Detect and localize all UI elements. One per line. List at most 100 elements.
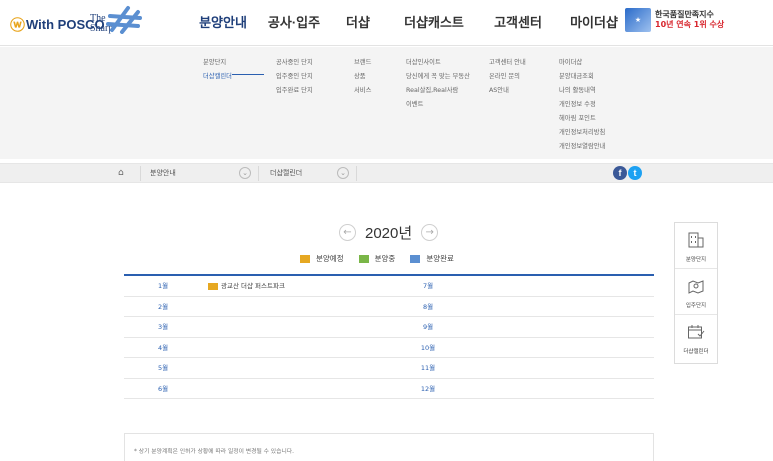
month-events bbox=[202, 358, 389, 378]
chevron-down-icon[interactable]: ⌄ bbox=[337, 167, 349, 179]
calendar-icon bbox=[688, 325, 705, 339]
month-events bbox=[467, 317, 654, 337]
sharp-mark-icon bbox=[106, 6, 142, 34]
legend-completed: 분양완료 bbox=[410, 253, 454, 264]
site-header: ⓦ With POSCO The Sharp 분양안내 공사·입주 더샵 더샵캐… bbox=[0, 0, 773, 46]
quick-sales-complex[interactable]: 분양단지 bbox=[675, 223, 717, 269]
award-title: 한국품질만족지수 bbox=[655, 10, 714, 19]
month-label: 12월 bbox=[420, 384, 436, 393]
submenu-insight[interactable]: 더샵인사이트 bbox=[406, 56, 470, 70]
home-icon[interactable]: ⌂ bbox=[118, 168, 124, 178]
legend-swatch bbox=[410, 254, 421, 263]
year-navigator: ← 2020년 → bbox=[339, 222, 439, 243]
month-events bbox=[467, 297, 654, 317]
month-events bbox=[467, 358, 654, 378]
submenu-privacy-access[interactable]: 개인정보열람안내 bbox=[559, 140, 605, 154]
submenu-moving-in[interactable]: 입주중인 단지 bbox=[276, 70, 313, 84]
mega-menu: 분양단지 더샵캘린더 공사중인 단지 입주중인 단지 입주완료 단지 브랜드 상… bbox=[0, 47, 773, 159]
submenu-real-home[interactable]: Real살집,Real사람 bbox=[406, 84, 470, 98]
month-events bbox=[202, 379, 389, 399]
gnb-sales-info[interactable]: 분양안내 bbox=[190, 0, 256, 46]
submenu-points[interactable]: 헤아림 포인트 bbox=[559, 112, 605, 126]
submenu-product[interactable]: 상품 bbox=[354, 70, 371, 84]
submenu-edit-profile[interactable]: 개인정보 수정 bbox=[559, 98, 605, 112]
quick-menu: 분양단지 입주단지 더샵캘린더 bbox=[674, 222, 718, 364]
month-events bbox=[467, 338, 654, 358]
chevron-down-icon[interactable]: ⌄ bbox=[239, 167, 251, 179]
month-events bbox=[202, 338, 389, 358]
table-row: 4월 10월 bbox=[124, 338, 654, 358]
event-title: 광교산 더샵 퍼스트파크 bbox=[221, 282, 285, 290]
mega-col-construction: 공사중인 단지 입주중인 단지 입주완료 단지 bbox=[276, 56, 313, 98]
month-label: 2월 bbox=[157, 302, 169, 311]
gnb-customer-center[interactable]: 고객센터 bbox=[484, 0, 552, 46]
submenu-service[interactable]: 서비스 bbox=[354, 84, 371, 98]
map-icon bbox=[688, 280, 704, 294]
flag-icon bbox=[208, 282, 218, 290]
award-banner[interactable]: ★ 한국품질만족지수 10년 연속 1위 수상 bbox=[625, 8, 724, 32]
submenu-payment-inquiry[interactable]: 분양대금조회 bbox=[559, 70, 605, 84]
breadcrumb-divider bbox=[356, 166, 357, 181]
ksqi-badge-icon: ★ bbox=[625, 8, 651, 32]
twitter-icon[interactable]: t bbox=[628, 166, 642, 180]
submenu-event[interactable]: 이벤트 bbox=[406, 98, 470, 112]
submenu-under-construction[interactable]: 공사중인 단지 bbox=[276, 56, 313, 70]
legend-swatch bbox=[300, 254, 310, 263]
award-subtitle: 10년 연속 1위 수상 bbox=[655, 20, 725, 29]
sales-calendar-table: 1월 광교산 더샵 퍼스트파크 7월 2월 8월 3월 9월 4월 10월 5월… bbox=[124, 274, 654, 399]
global-nav: 분양안내 공사·입주 더샵 더샵캐스트 고객센터 마이더샵 bbox=[190, 0, 636, 46]
month-label: 11월 bbox=[420, 364, 436, 372]
breadcrumb-level2[interactable]: 더샵캘린더 bbox=[270, 168, 302, 178]
gnb-construction[interactable]: 공사·입주 bbox=[256, 0, 332, 46]
table-row: 6월 12월 bbox=[124, 379, 654, 399]
submenu-online-inquiry[interactable]: 온라인 문의 bbox=[489, 70, 526, 84]
submenu-privacy-policy[interactable]: 개인정보처리방침 bbox=[559, 126, 605, 140]
current-year: 2020년 bbox=[365, 225, 413, 242]
month-label: 8월 bbox=[422, 302, 434, 311]
month-label: 5월 bbox=[157, 364, 169, 372]
quick-move-in-complex[interactable]: 입주단지 bbox=[675, 269, 717, 315]
month-label: 10월 bbox=[420, 343, 436, 352]
table-row: 5월 11월 bbox=[124, 358, 654, 379]
gnb-mysharp[interactable]: 마이더샵 bbox=[552, 0, 636, 46]
gnb-thesharp[interactable]: 더샵 bbox=[332, 0, 384, 46]
table-row: 2월 8월 bbox=[124, 297, 654, 317]
status-legend: 분양예정 분양중 분양완료 bbox=[300, 253, 469, 264]
submenu-real-estate[interactable]: 당신에게 꼭 맞는 부동산 bbox=[406, 70, 470, 84]
quick-sharp-calendar[interactable]: 더샵캘린더 bbox=[675, 315, 717, 363]
mega-col-sales: 분양단지 더샵캘린더 bbox=[203, 56, 232, 84]
submenu-mysharp[interactable]: 마이더샵 bbox=[559, 56, 605, 70]
submenu-sharp-calendar[interactable]: 더샵캘린더 bbox=[203, 70, 232, 84]
submenu-moved-in[interactable]: 입주완료 단지 bbox=[276, 84, 313, 98]
month-events bbox=[202, 317, 389, 337]
month-label: 4월 bbox=[157, 343, 169, 352]
breadcrumb-level1[interactable]: 분양안내 bbox=[150, 168, 176, 178]
submenu-as-guide[interactable]: AS안내 bbox=[489, 84, 526, 98]
month-label: 6월 bbox=[157, 384, 169, 393]
the-sharp-logo[interactable]: The Sharp bbox=[90, 4, 142, 40]
mega-col-sharpcast: 더샵인사이트 당신에게 꼭 맞는 부동산 Real살집,Real사람 이벤트 bbox=[406, 56, 470, 112]
breadcrumb-divider bbox=[258, 166, 259, 181]
table-row: 3월 9월 bbox=[124, 317, 654, 338]
legend-swatch bbox=[358, 254, 369, 263]
facebook-icon[interactable]: f bbox=[613, 166, 627, 180]
gnb-sharpcast[interactable]: 더샵캐스트 bbox=[384, 0, 484, 46]
active-submenu-indicator bbox=[232, 74, 264, 75]
month-label: 9월 bbox=[422, 323, 434, 331]
prev-year-button[interactable]: ← bbox=[339, 224, 356, 241]
quick-sales-complex-label: 분양단지 bbox=[685, 257, 707, 263]
submenu-my-activity[interactable]: 나의 활동내역 bbox=[559, 84, 605, 98]
submenu-cs-guide[interactable]: 고객센터 안내 bbox=[489, 56, 526, 70]
submenu-sales-complex[interactable]: 분양단지 bbox=[203, 56, 232, 70]
mega-col-thesharp: 브랜드 상품 서비스 bbox=[354, 56, 371, 98]
table-row: 1월 광교산 더샵 퍼스트파크 7월 bbox=[124, 276, 654, 297]
legend-planned: 분양예정 bbox=[300, 253, 344, 264]
submenu-brand[interactable]: 브랜드 bbox=[354, 56, 371, 70]
month-label: 3월 bbox=[157, 323, 169, 331]
next-year-button[interactable]: → bbox=[421, 224, 439, 241]
month-events bbox=[467, 379, 654, 399]
event-item[interactable]: 광교산 더샵 퍼스트파크 bbox=[208, 276, 285, 296]
month-events bbox=[467, 276, 654, 296]
month-label: 1월 bbox=[157, 282, 169, 290]
mega-col-customer: 고객센터 안내 온라인 문의 AS안내 bbox=[489, 56, 526, 98]
